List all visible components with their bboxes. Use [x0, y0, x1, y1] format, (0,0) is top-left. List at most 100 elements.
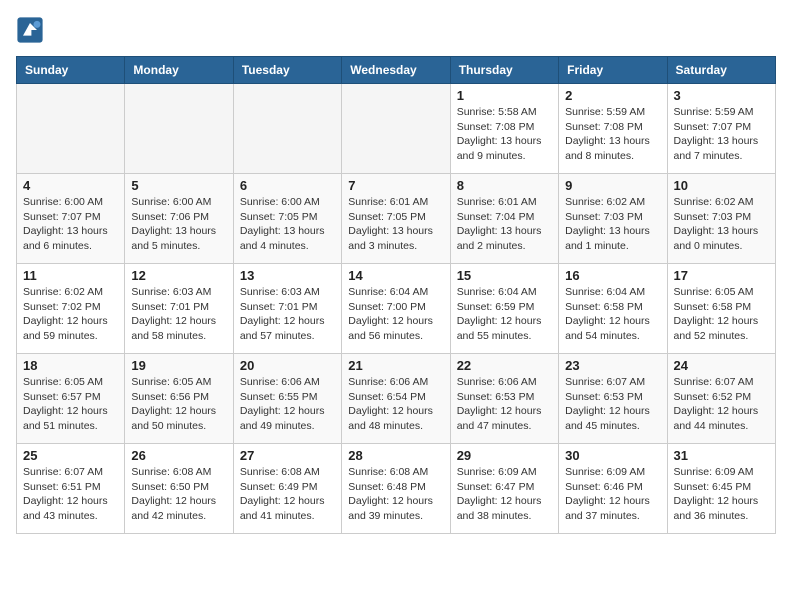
calendar-day: 11 Sunrise: 6:02 AMSunset: 7:02 PMDayligh… — [17, 264, 125, 354]
day-info: Sunrise: 6:06 AMSunset: 6:54 PMDaylight:… — [348, 375, 443, 434]
day-number: 10 — [674, 178, 769, 193]
day-number: 9 — [565, 178, 660, 193]
day-info: Sunrise: 6:07 AMSunset: 6:52 PMDaylight:… — [674, 375, 769, 434]
calendar-day: 23 Sunrise: 6:07 AMSunset: 6:53 PMDayligh… — [559, 354, 667, 444]
day-info: Sunrise: 6:03 AMSunset: 7:01 PMDaylight:… — [240, 285, 335, 344]
calendar-week-3: 11 Sunrise: 6:02 AMSunset: 7:02 PMDayligh… — [17, 264, 776, 354]
logo — [16, 16, 48, 44]
day-number: 24 — [674, 358, 769, 373]
day-info: Sunrise: 6:08 AMSunset: 6:48 PMDaylight:… — [348, 465, 443, 524]
calendar-day: 22 Sunrise: 6:06 AMSunset: 6:53 PMDayligh… — [450, 354, 558, 444]
day-info: Sunrise: 6:00 AMSunset: 7:05 PMDaylight:… — [240, 195, 335, 254]
logo-icon — [16, 16, 44, 44]
day-header-tuesday: Tuesday — [233, 57, 341, 84]
day-header-wednesday: Wednesday — [342, 57, 450, 84]
day-number: 11 — [23, 268, 118, 283]
calendar-day: 3 Sunrise: 5:59 AMSunset: 7:07 PMDaylight… — [667, 84, 775, 174]
day-number: 5 — [131, 178, 226, 193]
day-number: 20 — [240, 358, 335, 373]
calendar-day — [125, 84, 233, 174]
calendar-day: 31 Sunrise: 6:09 AMSunset: 6:45 PMDayligh… — [667, 444, 775, 534]
calendar-week-5: 25 Sunrise: 6:07 AMSunset: 6:51 PMDayligh… — [17, 444, 776, 534]
day-info: Sunrise: 6:06 AMSunset: 6:53 PMDaylight:… — [457, 375, 552, 434]
day-number: 25 — [23, 448, 118, 463]
day-number: 13 — [240, 268, 335, 283]
calendar-day: 1 Sunrise: 5:58 AMSunset: 7:08 PMDaylight… — [450, 84, 558, 174]
calendar-week-4: 18 Sunrise: 6:05 AMSunset: 6:57 PMDayligh… — [17, 354, 776, 444]
day-info: Sunrise: 6:03 AMSunset: 7:01 PMDaylight:… — [131, 285, 226, 344]
day-header-friday: Friday — [559, 57, 667, 84]
calendar-day: 25 Sunrise: 6:07 AMSunset: 6:51 PMDayligh… — [17, 444, 125, 534]
day-number: 22 — [457, 358, 552, 373]
day-info: Sunrise: 6:09 AMSunset: 6:46 PMDaylight:… — [565, 465, 660, 524]
calendar-day — [17, 84, 125, 174]
calendar-day — [342, 84, 450, 174]
day-number: 1 — [457, 88, 552, 103]
day-info: Sunrise: 6:01 AMSunset: 7:04 PMDaylight:… — [457, 195, 552, 254]
day-info: Sunrise: 6:05 AMSunset: 6:58 PMDaylight:… — [674, 285, 769, 344]
calendar-day: 10Sunrise: 6:02 AMSunset: 7:03 PMDayligh… — [667, 174, 775, 264]
calendar-table: SundayMondayTuesdayWednesdayThursdayFrid… — [16, 56, 776, 534]
day-info: Sunrise: 6:04 AMSunset: 6:59 PMDaylight:… — [457, 285, 552, 344]
day-info: Sunrise: 6:08 AMSunset: 6:49 PMDaylight:… — [240, 465, 335, 524]
day-number: 31 — [674, 448, 769, 463]
day-info: Sunrise: 6:06 AMSunset: 6:55 PMDaylight:… — [240, 375, 335, 434]
day-number: 3 — [674, 88, 769, 103]
calendar-day: 5 Sunrise: 6:00 AMSunset: 7:06 PMDaylight… — [125, 174, 233, 264]
day-info: Sunrise: 6:01 AMSunset: 7:05 PMDaylight:… — [348, 195, 443, 254]
day-number: 16 — [565, 268, 660, 283]
calendar-day: 16 Sunrise: 6:04 AMSunset: 6:58 PMDayligh… — [559, 264, 667, 354]
day-number: 28 — [348, 448, 443, 463]
day-number: 26 — [131, 448, 226, 463]
calendar-day: 20 Sunrise: 6:06 AMSunset: 6:55 PMDayligh… — [233, 354, 341, 444]
day-number: 7 — [348, 178, 443, 193]
day-info: Sunrise: 6:02 AMSunset: 7:02 PMDaylight:… — [23, 285, 118, 344]
calendar-day: 4Sunrise: 6:00 AMSunset: 7:07 PMDaylight… — [17, 174, 125, 264]
day-info: Sunrise: 6:04 AMSunset: 6:58 PMDaylight:… — [565, 285, 660, 344]
calendar-day: 9 Sunrise: 6:02 AMSunset: 7:03 PMDaylight… — [559, 174, 667, 264]
calendar-day: 6 Sunrise: 6:00 AMSunset: 7:05 PMDaylight… — [233, 174, 341, 264]
calendar-day: 28 Sunrise: 6:08 AMSunset: 6:48 PMDayligh… — [342, 444, 450, 534]
day-info: Sunrise: 6:04 AMSunset: 7:00 PMDaylight:… — [348, 285, 443, 344]
calendar-day: 24 Sunrise: 6:07 AMSunset: 6:52 PMDayligh… — [667, 354, 775, 444]
day-number: 6 — [240, 178, 335, 193]
day-info: Sunrise: 6:02 AMSunset: 7:03 PMDaylight:… — [565, 195, 660, 254]
calendar-day — [233, 84, 341, 174]
day-info: Sunrise: 5:59 AMSunset: 7:08 PMDaylight:… — [565, 105, 660, 164]
calendar-day: 12 Sunrise: 6:03 AMSunset: 7:01 PMDayligh… — [125, 264, 233, 354]
day-info: Sunrise: 6:07 AMSunset: 6:51 PMDaylight:… — [23, 465, 118, 524]
calendar-day: 17Sunrise: 6:05 AMSunset: 6:58 PMDayligh… — [667, 264, 775, 354]
day-number: 14 — [348, 268, 443, 283]
day-number: 18 — [23, 358, 118, 373]
calendar-day: 14 Sunrise: 6:04 AMSunset: 7:00 PMDayligh… — [342, 264, 450, 354]
day-info: Sunrise: 6:07 AMSunset: 6:53 PMDaylight:… — [565, 375, 660, 434]
calendar-day: 15 Sunrise: 6:04 AMSunset: 6:59 PMDayligh… — [450, 264, 558, 354]
day-info: Sunrise: 6:08 AMSunset: 6:50 PMDaylight:… — [131, 465, 226, 524]
calendar-day: 13 Sunrise: 6:03 AMSunset: 7:01 PMDayligh… — [233, 264, 341, 354]
calendar-day: 18 Sunrise: 6:05 AMSunset: 6:57 PMDayligh… — [17, 354, 125, 444]
day-info: Sunrise: 6:09 AMSunset: 6:47 PMDaylight:… — [457, 465, 552, 524]
day-number: 19 — [131, 358, 226, 373]
day-header-thursday: Thursday — [450, 57, 558, 84]
day-info: Sunrise: 5:59 AMSunset: 7:07 PMDaylight:… — [674, 105, 769, 164]
day-number: 2 — [565, 88, 660, 103]
day-number: 23 — [565, 358, 660, 373]
calendar-day: 30Sunrise: 6:09 AMSunset: 6:46 PMDayligh… — [559, 444, 667, 534]
day-info: Sunrise: 5:58 AMSunset: 7:08 PMDaylight:… — [457, 105, 552, 164]
calendar-day: 26 Sunrise: 6:08 AMSunset: 6:50 PMDayligh… — [125, 444, 233, 534]
calendar-week-1: 1 Sunrise: 5:58 AMSunset: 7:08 PMDaylight… — [17, 84, 776, 174]
calendar-header-row: SundayMondayTuesdayWednesdayThursdayFrid… — [17, 57, 776, 84]
calendar-day: 29Sunrise: 6:09 AMSunset: 6:47 PMDayligh… — [450, 444, 558, 534]
day-info: Sunrise: 6:05 AMSunset: 6:57 PMDaylight:… — [23, 375, 118, 434]
calendar-day: 8 Sunrise: 6:01 AMSunset: 7:04 PMDaylight… — [450, 174, 558, 264]
day-number: 15 — [457, 268, 552, 283]
day-number: 12 — [131, 268, 226, 283]
day-number: 8 — [457, 178, 552, 193]
day-number: 27 — [240, 448, 335, 463]
calendar-day: 21Sunrise: 6:06 AMSunset: 6:54 PMDayligh… — [342, 354, 450, 444]
day-info: Sunrise: 6:09 AMSunset: 6:45 PMDaylight:… — [674, 465, 769, 524]
day-header-saturday: Saturday — [667, 57, 775, 84]
page-header — [16, 16, 776, 44]
calendar-day: 19Sunrise: 6:05 AMSunset: 6:56 PMDayligh… — [125, 354, 233, 444]
day-info: Sunrise: 6:00 AMSunset: 7:06 PMDaylight:… — [131, 195, 226, 254]
